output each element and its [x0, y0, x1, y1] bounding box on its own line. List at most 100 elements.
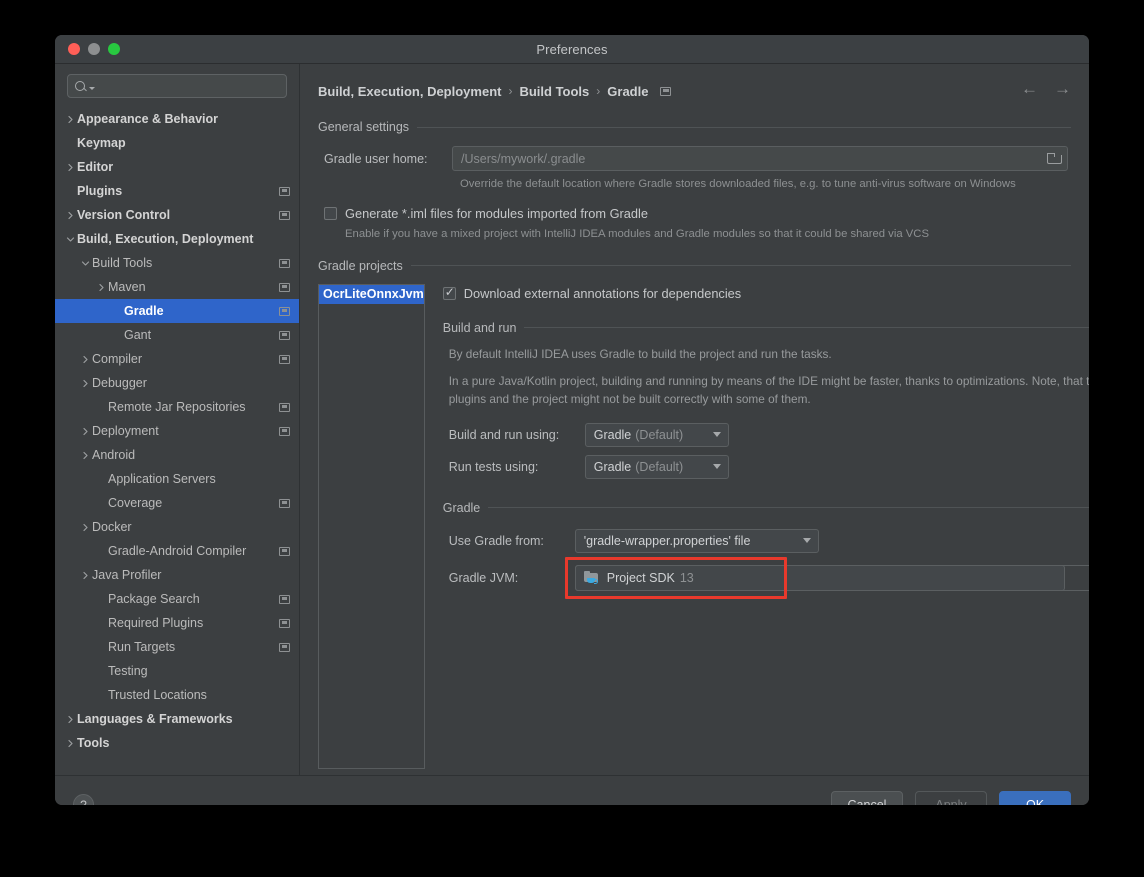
gradle-user-home-input[interactable]: /Users/mywork/.gradle [452, 146, 1068, 171]
chevron-right-icon[interactable] [79, 571, 92, 580]
use-gradle-from-select[interactable]: 'gradle-wrapper.properties' file [574, 528, 819, 553]
chevron-down-icon[interactable] [79, 259, 92, 268]
chevron-right-icon[interactable] [64, 739, 77, 748]
window-titlebar: Preferences [55, 35, 1089, 64]
sidebar-item-trusted-locations[interactable]: Trusted Locations [55, 683, 299, 707]
sidebar-item-plugins[interactable]: Plugins [55, 179, 299, 203]
folder-icon[interactable] [1047, 153, 1062, 165]
build-and-run-paragraph-1: By default IntelliJ IDEA uses Gradle to … [448, 346, 832, 361]
list-item[interactable]: OcrLiteOnnxJvm [319, 284, 424, 304]
settings-panel-icon [279, 402, 290, 412]
sidebar-item-label: Editor [77, 160, 114, 174]
chevron-down-icon[interactable] [706, 464, 728, 470]
divider [488, 507, 1089, 509]
settings-panel-icon [279, 618, 290, 628]
sidebar-item-editor[interactable]: Editor [55, 155, 299, 179]
build-and-run-using-value: Gradle [593, 427, 632, 442]
sidebar-item-appearance-behavior[interactable]: Appearance & Behavior [55, 107, 299, 131]
sidebar-item-required-plugins[interactable]: Required Plugins [55, 611, 299, 635]
chevron-right-icon[interactable] [79, 523, 92, 532]
sidebar-item-label: Gant [124, 328, 152, 342]
sidebar-item-remote-jar-repositories[interactable]: Remote Jar Repositories [55, 395, 299, 419]
gradle-project-details: Download external annotations for depend… [442, 284, 1089, 769]
gradle-header: Gradle [443, 501, 1089, 515]
settings-panel-icon [660, 86, 672, 96]
sidebar-item-java-profiler[interactable]: Java Profiler [55, 563, 299, 587]
jdk-folder-icon [583, 570, 600, 585]
back-arrow-icon[interactable]: ← [1021, 80, 1038, 97]
gradle-projects-group: Gradle projects OcrLiteOnnxJvm Download … [318, 259, 1089, 769]
chevron-right-icon[interactable] [64, 163, 77, 172]
generate-iml-row[interactable]: Generate *.iml files for modules importe… [324, 206, 1071, 221]
sidebar-item-application-servers[interactable]: Application Servers [55, 467, 299, 491]
generate-iml-checkbox[interactable] [324, 207, 337, 221]
sidebar-item-label: Maven [108, 280, 146, 294]
forward-arrow-icon[interactable]: → [1054, 80, 1071, 97]
sidebar-item-gant[interactable]: Gant [55, 323, 299, 347]
sidebar-item-languages-frameworks[interactable]: Languages & Frameworks [55, 707, 299, 731]
settings-panel-icon [279, 354, 290, 364]
chevron-right-icon[interactable] [95, 283, 108, 292]
chevron-right-icon[interactable] [79, 355, 92, 364]
gradle-jvm-select-container[interactable]: Project SDK 13 [564, 556, 1089, 599]
gradle-user-home-hint: Override the default location where Grad… [460, 178, 1016, 190]
sidebar-item-run-targets[interactable]: Run Targets [55, 635, 299, 659]
chevron-right-icon[interactable] [64, 115, 77, 124]
sidebar-item-build-execution-deployment[interactable]: Build, Execution, Deployment [55, 227, 299, 251]
apply-button[interactable]: Apply [915, 791, 987, 805]
use-gradle-from-value: 'gradle-wrapper.properties' file [583, 533, 751, 548]
gradle-projects-list[interactable]: OcrLiteOnnxJvm [318, 283, 425, 769]
sidebar-item-label: Docker [92, 520, 132, 534]
cancel-button[interactable]: Cancel [831, 791, 903, 805]
build-and-run-using-select[interactable]: Gradle (Default) [584, 422, 729, 447]
sidebar-item-gradle-android-compiler[interactable]: Gradle-Android Compiler [55, 539, 299, 563]
chevron-right-icon[interactable] [64, 211, 77, 220]
chevron-down-icon[interactable] [796, 538, 818, 544]
divider [410, 265, 1071, 267]
ok-button[interactable]: OK [999, 791, 1071, 805]
sidebar-item-label: Debugger [92, 376, 147, 390]
chevron-right-icon[interactable] [79, 379, 92, 388]
chevron-right-icon[interactable] [79, 427, 92, 436]
gradle-group: Gradle Use Gradle from: 'gradle-wrapper.… [443, 501, 1089, 599]
download-annotations-checkbox[interactable] [442, 285, 456, 300]
search-input[interactable] [67, 74, 287, 98]
settings-panel-icon [279, 210, 290, 220]
sidebar-item-package-search[interactable]: Package Search [55, 587, 299, 611]
project-name: OcrLiteOnnxJvm [323, 287, 424, 302]
sidebar-item-version-control[interactable]: Version Control [55, 203, 299, 227]
sidebar-item-coverage[interactable]: Coverage [55, 491, 299, 515]
breadcrumb-item-1[interactable]: Build Tools [519, 84, 589, 99]
chevron-right-icon[interactable] [64, 715, 77, 724]
run-tests-using-select[interactable]: Gradle (Default) [584, 454, 729, 479]
sidebar-item-keymap[interactable]: Keymap [55, 131, 299, 155]
dialog-footer: ? Cancel Apply OK [55, 775, 1089, 805]
sidebar-item-debugger[interactable]: Debugger [55, 371, 299, 395]
run-tests-using-row: Run tests using: Gradle (Default) [449, 454, 1089, 479]
sidebar-item-testing[interactable]: Testing [55, 659, 299, 683]
sidebar-item-label: Application Servers [108, 472, 216, 486]
chevron-down-icon[interactable] [706, 432, 728, 438]
sidebar-item-docker[interactable]: Docker [55, 515, 299, 539]
general-settings-title: General settings [318, 120, 410, 134]
sidebar-item-maven[interactable]: Maven [55, 275, 299, 299]
breadcrumb-item-0[interactable]: Build, Execution, Deployment [318, 84, 501, 99]
sidebar-item-build-tools[interactable]: Build Tools [55, 251, 299, 275]
settings-main-panel: Build, Execution, Deployment › Build Too… [300, 64, 1089, 775]
sidebar-item-label: Compiler [92, 352, 143, 366]
gradle-jvm-select[interactable]: Project SDK 13 [574, 564, 1065, 591]
sidebar-item-label: Android [92, 448, 136, 462]
download-annotations-label: Download external annotations for depend… [463, 285, 742, 301]
sidebar-item-tools[interactable]: Tools [55, 731, 299, 755]
chevron-down-icon[interactable] [64, 235, 77, 244]
sidebar-item-compiler[interactable]: Compiler [55, 347, 299, 371]
window-title: Preferences [536, 41, 608, 57]
preferences-window: Preferences Appearance & Behavior Keymap E… [55, 35, 1089, 805]
sidebar-item-android[interactable]: Android [55, 443, 299, 467]
breadcrumb-item-2[interactable]: Gradle [607, 84, 648, 99]
download-annotations-row[interactable]: Download external annotations for depend… [442, 285, 1089, 301]
chevron-right-icon[interactable] [79, 451, 92, 460]
sidebar-item-deployment[interactable]: Deployment [55, 419, 299, 443]
help-button[interactable]: ? [73, 794, 94, 805]
sidebar-item-gradle[interactable]: Gradle [55, 299, 299, 323]
